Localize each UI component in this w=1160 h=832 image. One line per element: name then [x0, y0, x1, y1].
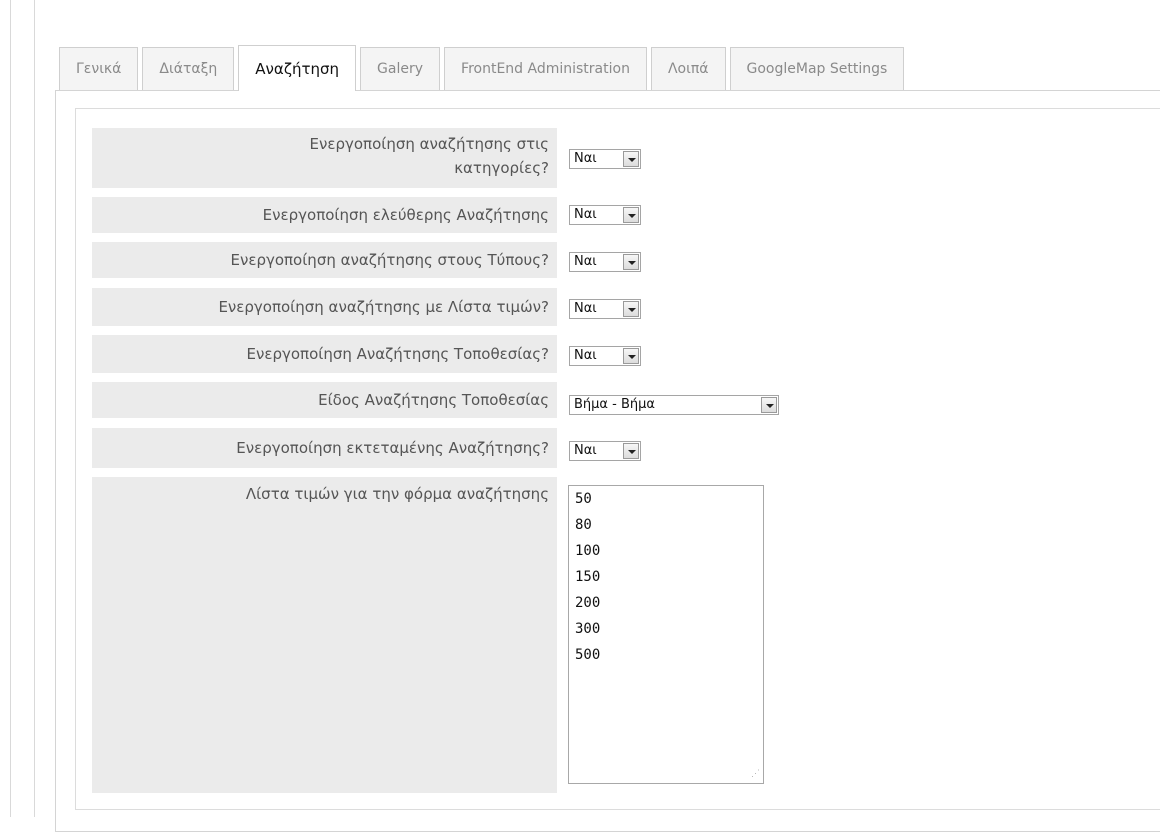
- chevron-down-icon[interactable]: [623, 348, 639, 364]
- margin-rule: [34, 0, 35, 817]
- select-value: Ναι: [574, 254, 597, 269]
- setting-label-text: Ενεργοποίηση Αναζήτησης Τοποθεσίας?: [246, 345, 550, 363]
- setting-label-location-search-type: Είδος Αναζήτησης Τοποθεσίας: [92, 382, 557, 418]
- left-margin-rules: [0, 0, 40, 817]
- category-search-select[interactable]: Ναι: [569, 149, 641, 169]
- location-search-select[interactable]: Ναι: [569, 346, 641, 366]
- setting-label-text: Ενεργοποίηση εκτεταμένης Αναζήτησης?: [236, 439, 549, 457]
- setting-label-text: Είδος Αναζήτησης Τοποθεσίας: [318, 391, 549, 409]
- setting-label-type-search: Ενεργοποίηση αναζήτησης στους Τύπους?: [92, 242, 557, 278]
- extended-search-select[interactable]: Ναι: [569, 441, 641, 461]
- chevron-down-icon[interactable]: [761, 397, 777, 413]
- setting-label-text: Ενεργοποίηση αναζήτησης με Λίστα τιμών?: [218, 298, 549, 316]
- location-search-type-select[interactable]: Βήμα - Βήμα: [569, 395, 779, 415]
- select-value: Ναι: [574, 301, 597, 316]
- tab-frontend-administration[interactable]: FrontEnd Administration: [444, 47, 647, 90]
- tab-bar: Γενικά Διάταξη Αναζήτηση Galery FrontEnd…: [59, 45, 908, 91]
- setting-label-price-list: Λίστα τιμών για την φόρμα αναζήτησης: [92, 477, 557, 793]
- select-value: Ναι: [574, 151, 597, 166]
- textarea-line: 500: [575, 647, 601, 663]
- tab-search[interactable]: Αναζήτηση: [238, 45, 357, 91]
- margin-rule: [10, 0, 11, 817]
- setting-label-extended-search: Ενεργοποίηση εκτεταμένης Αναζήτησης?: [92, 428, 557, 468]
- setting-label-line: κατηγορίες?: [454, 159, 549, 177]
- textarea-line: 300: [575, 621, 601, 637]
- price-list-search-select[interactable]: Ναι: [569, 299, 641, 319]
- select-value: Βήμα - Βήμα: [574, 397, 655, 412]
- select-value: Ναι: [574, 443, 597, 458]
- setting-label-text: Ενεργοποίηση αναζήτησης στους Τύπους?: [230, 251, 549, 269]
- chevron-down-icon[interactable]: [623, 207, 639, 223]
- tab-general[interactable]: Γενικά: [59, 47, 139, 90]
- free-search-select[interactable]: Ναι: [569, 205, 641, 225]
- chevron-down-icon[interactable]: [623, 443, 639, 459]
- select-value: Ναι: [574, 348, 597, 363]
- tab-gallery[interactable]: Galery: [360, 47, 441, 90]
- price-list-textarea[interactable]: 50 80 100 150 200 300 500 ⋰: [568, 485, 764, 784]
- setting-label-price-list-search: Ενεργοποίηση αναζήτησης με Λίστα τιμών?: [0, 288, 557, 326]
- chevron-down-icon[interactable]: [623, 301, 639, 317]
- textarea-line: 100: [575, 543, 601, 559]
- textarea-line: 200: [575, 595, 601, 611]
- resize-grip-icon[interactable]: ⋰: [748, 768, 760, 780]
- textarea-line: 50: [575, 491, 592, 507]
- tab-googlemap-settings[interactable]: GoogleMap Settings: [729, 47, 905, 90]
- type-search-select[interactable]: Ναι: [569, 252, 641, 272]
- setting-label-free-search: Ενεργοποίηση ελεύθερης Αναζήτησης: [92, 197, 557, 233]
- chevron-down-icon[interactable]: [623, 151, 639, 167]
- textarea-line: 80: [575, 517, 592, 533]
- setting-label-text: Λίστα τιμών για την φόρμα αναζήτησης: [245, 485, 549, 503]
- textarea-line: 150: [575, 569, 601, 585]
- setting-label-category-search: Ενεργοποίηση αναζήτησης στις κατηγορίες?: [92, 128, 557, 188]
- chevron-down-icon[interactable]: [623, 254, 639, 270]
- tab-layout[interactable]: Διάταξη: [142, 47, 235, 90]
- setting-label-line: Ενεργοποίηση αναζήτησης στις: [309, 135, 549, 153]
- select-value: Ναι: [574, 207, 597, 222]
- setting-label-location-search: Ενεργοποίηση Αναζήτησης Τοποθεσίας?: [92, 335, 557, 373]
- tab-misc[interactable]: Λοιπά: [650, 47, 726, 90]
- setting-label-text: Ενεργοποίηση ελεύθερης Αναζήτησης: [262, 206, 549, 224]
